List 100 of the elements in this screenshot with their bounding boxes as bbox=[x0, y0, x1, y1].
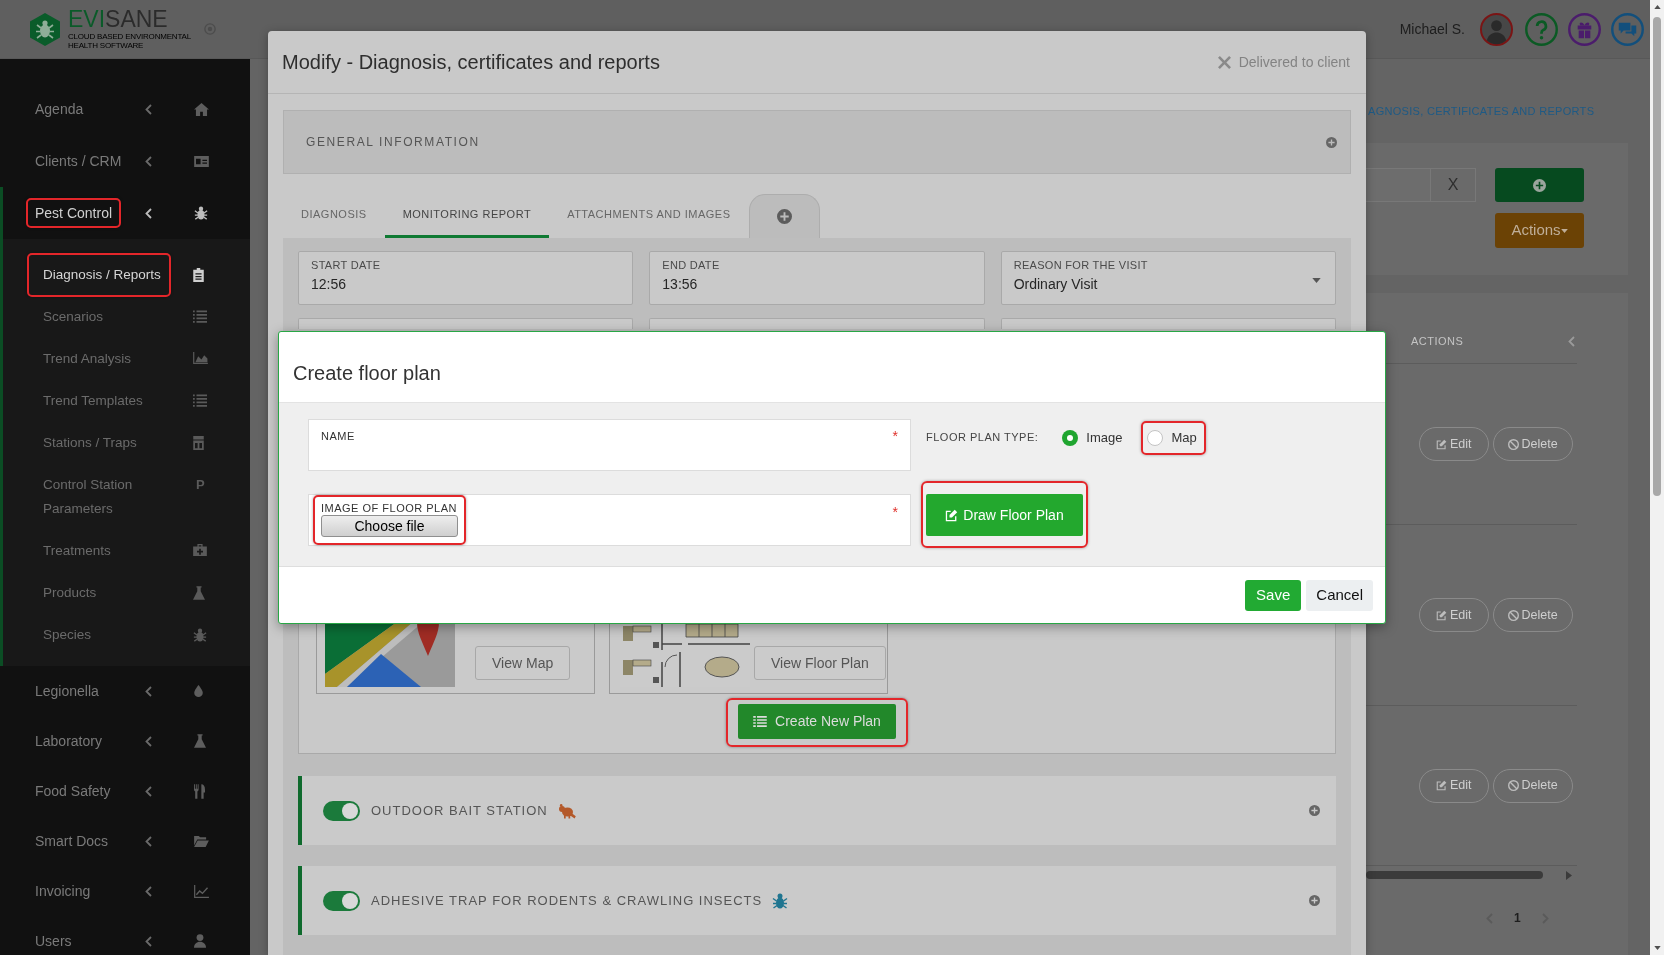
actions-button[interactable]: Actions bbox=[1495, 213, 1584, 248]
cancel-button[interactable]: Cancel bbox=[1306, 579, 1373, 611]
sidebar-item[interactable]: Smart Docs bbox=[35, 831, 109, 851]
radio-button[interactable] bbox=[1062, 429, 1079, 446]
gift-icon[interactable] bbox=[1568, 12, 1601, 46]
form-field[interactable] bbox=[649, 318, 985, 329]
scrollbar[interactable] bbox=[1650, 0, 1664, 955]
submenu-item[interactable]: Diagnosis / Reports bbox=[43, 263, 164, 287]
avatar-icon[interactable] bbox=[1480, 12, 1513, 46]
ban-icon bbox=[1507, 438, 1519, 450]
dialog-title: Create floor plan bbox=[293, 361, 442, 385]
medical-kit-icon bbox=[193, 544, 207, 556]
submenu-item[interactable]: Species bbox=[43, 623, 164, 647]
group-title: ADHESIVE TRAP FOR RODENTS & CRAWLING INSECTS bbox=[371, 891, 763, 910]
submenu-item[interactable]: Trend Templates bbox=[43, 389, 164, 413]
save-button[interactable]: Save bbox=[1245, 579, 1302, 611]
edit-icon bbox=[1436, 780, 1447, 791]
add-button[interactable] bbox=[1495, 168, 1584, 202]
view-button[interactable]: View Floor Plan bbox=[754, 646, 886, 680]
sidebar-item[interactable]: Users bbox=[35, 931, 72, 951]
draw-floor-plan-button[interactable]: Draw Floor Plan bbox=[926, 494, 1083, 536]
list-icon bbox=[193, 310, 207, 323]
user-icon bbox=[194, 934, 206, 948]
submenu-item[interactable]: Products bbox=[43, 581, 164, 605]
flask-icon bbox=[194, 734, 206, 748]
file-field[interactable]: IMAGE OF FLOOR PLAN Choose file * bbox=[308, 494, 911, 546]
page-number[interactable]: 1 bbox=[1514, 911, 1521, 925]
field-value: Ordinary Visit bbox=[1013, 276, 1099, 293]
edit-icon bbox=[1436, 609, 1447, 621]
tab[interactable]: ATTACHMENTS AND IMAGES bbox=[549, 194, 749, 238]
field-label: NAME bbox=[321, 429, 355, 444]
caret-icon bbox=[1312, 278, 1321, 283]
sidebar-item[interactable]: Laboratory bbox=[35, 731, 102, 751]
input-field[interactable]: NAME * bbox=[308, 419, 911, 471]
submenu-item[interactable]: Stations / Traps bbox=[43, 431, 164, 455]
field-label: IMAGE OF FLOOR PLAN bbox=[321, 501, 458, 515]
x-mark-icon bbox=[1217, 55, 1231, 69]
edit-icon bbox=[945, 508, 959, 522]
folder-icon bbox=[194, 835, 209, 847]
radio-label[interactable]: Map bbox=[1171, 429, 1197, 446]
toggle-switch[interactable] bbox=[323, 800, 360, 821]
section-header[interactable]: GENERAL INFORMATION bbox=[283, 110, 1351, 174]
sidebar-item[interactable]: Pest Control bbox=[35, 203, 113, 223]
input-field[interactable] bbox=[1366, 168, 1431, 202]
form-field[interactable] bbox=[1000, 318, 1336, 329]
form-field[interactable] bbox=[298, 318, 634, 329]
clear-button[interactable]: X bbox=[1431, 168, 1476, 202]
scrollbar-thumb[interactable] bbox=[1653, 17, 1661, 496]
input-field[interactable]: START DATE 12:56 bbox=[298, 251, 634, 305]
field-value: 13:56 bbox=[662, 276, 699, 293]
sidebar-item[interactable]: Invoicing bbox=[35, 881, 91, 901]
scrollbar-thumb[interactable] bbox=[1366, 871, 1543, 879]
submenu-item[interactable]: Scenarios bbox=[43, 305, 164, 329]
create-plan-button[interactable]: Create New Plan bbox=[738, 704, 896, 739]
icon-letter: P bbox=[195, 476, 205, 494]
status-label: Delivered to client bbox=[1238, 52, 1350, 72]
field-value: 12:56 bbox=[311, 276, 348, 293]
chevron-icon[interactable] bbox=[145, 207, 152, 219]
sidebar-item[interactable]: Agenda bbox=[35, 99, 84, 119]
view-button[interactable]: View Map bbox=[475, 646, 571, 680]
input-field[interactable]: END DATE 13:56 bbox=[649, 251, 985, 305]
select-field[interactable]: REASON FOR THE VISIT Ordinary Visit bbox=[1000, 251, 1336, 305]
bug-icon bbox=[772, 892, 789, 909]
cutlery-icon bbox=[194, 783, 205, 799]
radio-label[interactable]: Image bbox=[1086, 429, 1123, 446]
field-label: REASON FOR THE VISIT bbox=[1013, 259, 1148, 272]
group-title: OUTDOOR BAIT STATION bbox=[371, 801, 548, 820]
column-header: ACTIONS bbox=[1411, 333, 1464, 349]
edit-icon bbox=[1436, 438, 1447, 450]
submenu-item[interactable]: Treatments bbox=[43, 539, 164, 563]
tab[interactable]: DIAGNOSIS bbox=[283, 194, 385, 238]
bug-icon bbox=[193, 628, 207, 642]
rodent-icon bbox=[557, 802, 576, 819]
choose-file-button[interactable]: Choose file bbox=[321, 515, 458, 537]
sidebar-item[interactable]: Clients / CRM bbox=[35, 151, 122, 171]
arrow-right-icon[interactable] bbox=[1566, 870, 1572, 880]
sidebar-item[interactable]: Food Safety bbox=[35, 781, 111, 801]
bug-icon bbox=[194, 206, 208, 220]
toggle-switch[interactable] bbox=[323, 890, 360, 911]
submenu-item[interactable]: Control Station Parameters bbox=[43, 473, 164, 521]
home-icon bbox=[194, 102, 209, 116]
sidebar-item[interactable]: Legionella bbox=[35, 681, 99, 701]
ban-icon bbox=[1507, 609, 1519, 621]
list-icon bbox=[753, 716, 768, 727]
area-chart-icon bbox=[193, 352, 208, 364]
arrow-down-icon[interactable] bbox=[1653, 946, 1661, 950]
logo-icon bbox=[30, 12, 60, 46]
field-label: START DATE bbox=[311, 259, 381, 272]
add-tab-button[interactable] bbox=[748, 194, 820, 238]
clipboard-icon bbox=[193, 268, 204, 282]
section-title: GENERAL INFORMATION bbox=[306, 134, 480, 151]
required-mark: * bbox=[892, 503, 898, 522]
submenu-item[interactable]: Trend Analysis bbox=[43, 347, 164, 371]
arrow-up-icon[interactable] bbox=[1653, 5, 1661, 9]
dialog-title: Modify - Diagnosis, certificates and reports bbox=[282, 50, 660, 75]
caret-icon bbox=[1560, 228, 1568, 233]
box-icon bbox=[193, 436, 204, 450]
radio-button[interactable] bbox=[1147, 429, 1164, 446]
required-mark: * bbox=[892, 429, 898, 446]
field-label: END DATE bbox=[662, 259, 720, 272]
